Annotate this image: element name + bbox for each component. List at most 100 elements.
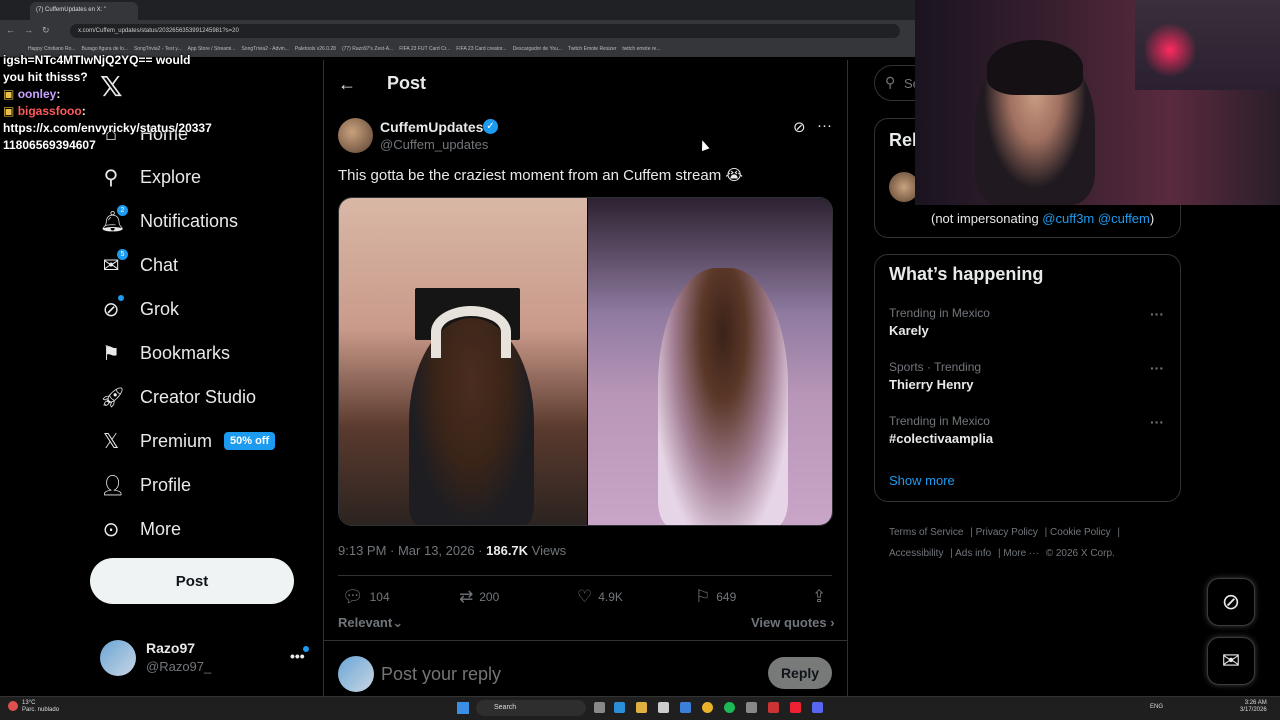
mail-app-icon[interactable]: [680, 702, 691, 713]
edge-icon[interactable]: [614, 702, 625, 713]
discord-icon[interactable]: [812, 702, 823, 713]
bookmark-item[interactable]: FIFA 23 Card creator...: [456, 46, 506, 53]
chat-message: ▣ oonley:: [3, 87, 61, 101]
repost-action[interactable]: ⇄ 200: [459, 587, 499, 607]
x-logo-icon: 𝕏: [102, 430, 120, 453]
views-label: Views: [528, 543, 567, 558]
webcam-light: [1145, 20, 1195, 80]
trending-title: What’s happening: [889, 264, 1044, 284]
tweet-meta: 9:13 PM · Mar 13, 2026 · 186.7K Views: [338, 543, 566, 558]
tweet-more-icon[interactable]: ···: [817, 117, 832, 134]
sidebar-item-label: More: [140, 518, 182, 539]
sidebar-item-creator-studio[interactable]: 🚀︎ Creator Studio: [100, 382, 256, 412]
sidebar-item-more[interactable]: ⊙ More: [100, 514, 181, 544]
taskbar-clock[interactable]: 3:26 AM 3/17/2026: [1240, 700, 1267, 714]
share-icon: ⇪: [812, 587, 827, 606]
account-notification-dot: [303, 646, 309, 652]
system-tray[interactable]: ENG: [1150, 704, 1163, 710]
repost-count: 200: [479, 590, 500, 604]
forward-nav-icon[interactable]: →: [24, 25, 33, 35]
reply-icon: 💬︎: [342, 587, 364, 606]
search-icon: ⚲: [103, 166, 119, 189]
headphones: [431, 306, 511, 358]
trend-more-icon[interactable]: ···: [1150, 414, 1164, 430]
store-icon[interactable]: [658, 702, 669, 713]
address-bar[interactable]: x.com/Cuffem_updates/status/203265635399…: [70, 24, 900, 38]
back-arrow-icon[interactable]: ←: [338, 74, 356, 95]
sidebar-item-profile[interactable]: 👤︎ Profile: [100, 470, 191, 500]
sidebar-item-explore[interactable]: ⚲ Explore: [100, 162, 201, 192]
bookmark-item[interactable]: Descargador de You...: [513, 46, 562, 53]
tweet-author-handle[interactable]: @Cuffem_updates: [380, 137, 488, 152]
weather-icon: [8, 701, 18, 711]
reload-icon[interactable]: ↻: [42, 25, 50, 36]
reply-button[interactable]: Reply: [768, 657, 832, 689]
windows-start-icon[interactable]: [457, 702, 469, 714]
sidebar-item-label: Profile: [140, 474, 192, 495]
footer-link[interactable]: Cookie Policy: [1050, 527, 1111, 538]
video-frame-left: [339, 198, 587, 525]
grok-icon[interactable]: ⊘: [793, 118, 806, 136]
taskbar-search[interactable]: Search: [476, 700, 586, 716]
reply-action[interactable]: 💬︎ 104: [342, 587, 390, 607]
chrome-icon[interactable]: [702, 702, 713, 713]
weather-widget[interactable]: 13°C Parc. nublado: [22, 700, 59, 714]
tweet-media[interactable]: [338, 197, 833, 526]
sidebar-item-label: Explore: [140, 166, 202, 187]
page-title: Post: [387, 73, 427, 93]
bookmark-item[interactable]: twitch emote re...: [622, 46, 660, 53]
app-icon[interactable]: [746, 702, 757, 713]
bookmark-action[interactable]: ⚐ 649: [695, 587, 736, 607]
footer-link[interactable]: Terms of Service: [889, 527, 963, 538]
sidebar-item-bookmarks[interactable]: ⚑ Bookmarks: [100, 338, 230, 368]
back-nav-icon[interactable]: ←: [6, 25, 15, 35]
grok-fab-icon[interactable]: ⊘: [1207, 578, 1255, 626]
chevron-right-icon: ›: [830, 615, 835, 630]
copyright: © 2026 X Corp.: [1045, 548, 1115, 559]
show-more-link[interactable]: Show more: [889, 473, 955, 488]
trend-more-icon[interactable]: ···: [1150, 360, 1164, 376]
tweet-author-avatar[interactable]: [338, 118, 373, 153]
task-view-icon[interactable]: [594, 702, 605, 713]
app-icon[interactable]: [768, 702, 779, 713]
sidebar-item-label: Bookmarks: [140, 342, 231, 363]
bookmark-item[interactable]: Paletools v26.0.28: [295, 46, 336, 53]
footer-link[interactable]: Privacy Policy: [976, 527, 1038, 538]
bookmark-item[interactable]: Twitch Emote Resizer: [568, 46, 616, 53]
trend-more-icon[interactable]: ···: [1150, 306, 1164, 322]
sidebar-item-chat[interactable]: ✉ 5 Chat: [100, 248, 178, 280]
footer-link[interactable]: Accessibility: [889, 548, 943, 559]
messages-fab-icon[interactable]: ✉: [1207, 637, 1255, 685]
mention-link[interactable]: @cuff3m: [1042, 211, 1094, 226]
bookmark-item[interactable]: FIFA 23 FUT Card Cr...: [399, 46, 450, 53]
sidebar-item-label: Grok: [140, 298, 180, 319]
browser-tab[interactable]: (7) CuffemUpdates en X: ": [30, 2, 138, 20]
like-action[interactable]: ♡ 4.9K: [577, 587, 623, 607]
view-count: 186.7K: [486, 543, 529, 558]
trend-name[interactable]: #colectivaamplia: [889, 431, 993, 446]
music-icon[interactable]: [790, 702, 801, 713]
mention-link[interactable]: @cuffem: [1098, 211, 1150, 226]
view-quotes-link[interactable]: View quotes ›: [751, 615, 835, 630]
trend-name[interactable]: Karely: [889, 323, 929, 338]
share-action[interactable]: ⇪: [812, 587, 826, 607]
tweet-author-name[interactable]: CuffemUpdates: [380, 119, 483, 135]
trend-name[interactable]: Thierry Henry: [889, 377, 974, 392]
bookmark-item[interactable]: SongTrivia2 - Advin...: [241, 46, 288, 53]
file-explorer-icon[interactable]: [636, 702, 647, 713]
view-quotes-label: View quotes: [751, 615, 827, 630]
avatar[interactable]: [100, 640, 136, 676]
tweet-time[interactable]: 9:13 PM · Mar 13, 2026 ·: [338, 543, 486, 558]
trend-context: Trending in Mexico: [889, 414, 990, 428]
spotify-icon[interactable]: [724, 702, 735, 713]
post-button[interactable]: Post: [90, 558, 294, 604]
footer-link[interactable]: Ads info: [955, 548, 991, 559]
sidebar-item-grok[interactable]: ⊘ Grok: [100, 294, 179, 324]
reply-sort-dropdown[interactable]: Relevant⌄: [338, 615, 403, 631]
like-count: 4.9K: [598, 590, 623, 604]
bookmark-item[interactable]: (77) Razo97's Zest-A...: [342, 46, 393, 53]
reply-input[interactable]: [381, 662, 751, 686]
sidebar-item-premium[interactable]: 𝕏 Premium 50% off: [100, 426, 276, 456]
sidebar-item-notifications[interactable]: 🔔︎ 2 Notifications: [100, 204, 238, 236]
footer-link[interactable]: More ···: [1003, 548, 1039, 559]
